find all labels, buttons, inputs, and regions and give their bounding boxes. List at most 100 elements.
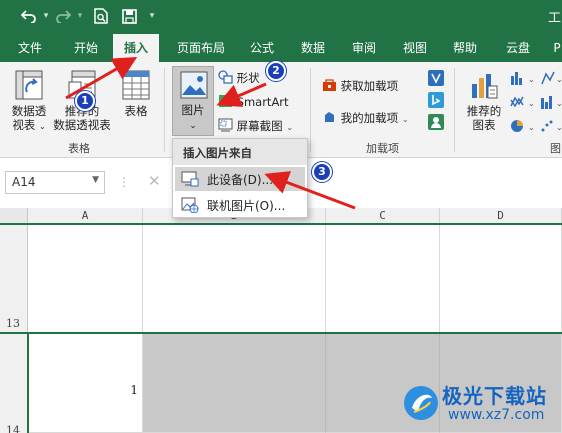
watermark-logo-icon <box>402 384 440 426</box>
undo-dropdown-icon[interactable]: ▾ <box>40 11 52 21</box>
tab-insert[interactable]: 插入 <box>113 34 159 62</box>
smartart-icon <box>219 95 232 107</box>
line-chart-icon[interactable]: ⌄ <box>510 94 536 114</box>
picture-button[interactable]: 图片 ⌄ <box>172 66 214 136</box>
shapes-label: 形状 <box>236 71 260 85</box>
online-pictures-menu-item[interactable]: 联机图片(O)... <box>175 193 305 217</box>
pivottable-label-1: 数据透 <box>11 104 47 118</box>
cell-b13[interactable] <box>143 224 326 333</box>
column-header-c[interactable]: C <box>326 208 440 224</box>
redo-dropdown-icon[interactable]: ▾ <box>74 11 86 21</box>
shapes-icon <box>218 70 233 84</box>
screenshot-label: 屏幕截图 <box>236 119 283 133</box>
step-badge-1: 1 <box>75 91 95 111</box>
cell-d13[interactable] <box>440 224 562 333</box>
print-preview-icon[interactable] <box>90 5 112 27</box>
selection-row-border <box>0 332 562 334</box>
picture-icon <box>180 71 208 103</box>
addins-group-label: 加载项 <box>366 142 399 155</box>
tab-file[interactable]: 文件 <box>8 34 52 62</box>
charts-group-label: 图 <box>550 142 561 155</box>
tables-group-label: 表格 <box>68 142 90 155</box>
undo-icon[interactable] <box>18 5 40 27</box>
select-all-corner[interactable] <box>0 208 28 224</box>
table-icon <box>122 70 150 104</box>
cell-c13[interactable] <box>326 224 440 333</box>
smartart-button[interactable]: SmartArt <box>218 94 289 109</box>
active-cell-border <box>27 333 29 433</box>
row-header-13[interactable]: 13 <box>0 224 28 333</box>
insert-picture-menu: 插入图片来自 此设备(D)... 联机图片(O)... <box>172 138 308 218</box>
cell-a13[interactable] <box>28 224 143 333</box>
this-device-menu-item[interactable]: 此设备(D)... <box>175 167 305 191</box>
picture-label: 图片 <box>181 103 205 117</box>
svg-text:⌄: ⌄ <box>528 123 535 132</box>
shapes-button[interactable]: 形状 <box>218 70 260 86</box>
pivottable-icon <box>15 70 43 104</box>
bing-maps-icon[interactable] <box>428 92 444 112</box>
this-device-label: 此设备(D)... <box>207 173 274 187</box>
pie-chart-icon[interactable]: ⌄ <box>510 118 536 138</box>
screenshot-dropdown-icon: ⌄ <box>286 123 294 132</box>
cell-a14-value: 1 <box>130 383 138 397</box>
customize-qat-icon[interactable]: ▾ <box>146 11 158 21</box>
watermark-cn-text: 极光下载站 <box>442 384 547 408</box>
cell-a14[interactable]: 1 <box>28 333 143 433</box>
row-header-14-label: 14 <box>6 424 20 433</box>
my-addins-button[interactable]: 我的加载项 ⌄ <box>322 110 409 126</box>
row-header-14[interactable]: 14 <box>0 333 28 433</box>
tab-data[interactable]: 数据 <box>294 34 332 62</box>
recommended-charts-icon <box>470 70 498 104</box>
recommended-charts-label-2: 图表 <box>472 118 496 132</box>
get-addins-label: 获取加载项 <box>340 79 399 93</box>
tab-home[interactable]: 开始 <box>62 34 110 62</box>
name-box-value: A14 <box>12 175 36 189</box>
name-box-dropdown-icon[interactable]: ▼ <box>92 175 99 185</box>
screenshot-icon <box>218 118 233 132</box>
menu-header: 插入图片来自 <box>173 139 307 165</box>
tab-partial[interactable]: P <box>550 34 562 62</box>
scatter-chart-icon[interactable]: ⌄ <box>540 118 562 138</box>
picture-dropdown-icon: ⌄ <box>189 121 197 131</box>
tab-cloud[interactable]: 云盘 <box>498 34 538 62</box>
formula-bar-grip-icon: ⋮ <box>118 175 130 189</box>
svg-text:⌄: ⌄ <box>556 99 562 108</box>
svg-text:⌄: ⌄ <box>528 75 535 84</box>
people-graph-icon[interactable] <box>428 114 444 134</box>
group-separator <box>454 68 455 152</box>
cancel-formula-icon[interactable]: ✕ <box>148 172 161 190</box>
pivottable-label-2-text: 视表 <box>12 118 36 132</box>
recommended-charts-button[interactable]: 推荐的 图表 <box>460 104 508 132</box>
name-box[interactable]: A14 ▼ <box>5 171 105 194</box>
my-addins-icon <box>325 112 334 122</box>
save-icon[interactable] <box>118 5 140 27</box>
tab-formulas[interactable]: 公式 <box>243 34 281 62</box>
pivottable-button[interactable]: 数据透 视表 ⌄ <box>4 104 54 134</box>
table-button[interactable]: 表格 <box>118 104 154 118</box>
screenshot-button[interactable]: 屏幕截图 ⌄ <box>218 118 293 134</box>
tab-page-layout[interactable]: 页面布局 <box>170 34 232 62</box>
recommended-charts-label-1: 推荐的 <box>466 104 502 118</box>
recommended-pivottable-label-2: 数据透视表 <box>53 118 111 132</box>
redo-icon[interactable] <box>52 5 74 27</box>
watermark-url-text: www.xz7.com <box>448 407 545 423</box>
get-addins-button[interactable]: 获取加载项 <box>322 78 398 94</box>
column-chart-icon[interactable]: ⌄ <box>510 70 536 90</box>
hierarchy-chart-icon[interactable]: ⌄ <box>540 70 562 90</box>
pivottable-label-2: 视表 ⌄ <box>12 118 46 132</box>
column-header-a[interactable]: A <box>28 208 143 224</box>
column-header-d[interactable]: D <box>440 208 562 224</box>
statistic-chart-icon[interactable]: ⌄ <box>540 94 562 114</box>
window-title: 工 <box>548 11 562 26</box>
selection-top-border <box>0 223 562 225</box>
tab-help[interactable]: 帮助 <box>446 34 484 62</box>
tab-view[interactable]: 视图 <box>396 34 434 62</box>
svg-text:⌄: ⌄ <box>556 123 562 132</box>
my-addins-dropdown-icon: ⌄ <box>401 115 409 124</box>
step-badge-3: 3 <box>312 162 332 182</box>
visio-icon[interactable] <box>428 70 444 90</box>
cell-b14[interactable] <box>143 333 326 433</box>
svg-text:⌄: ⌄ <box>556 75 562 84</box>
tab-review[interactable]: 审阅 <box>345 34 383 62</box>
store-icon <box>323 79 336 91</box>
